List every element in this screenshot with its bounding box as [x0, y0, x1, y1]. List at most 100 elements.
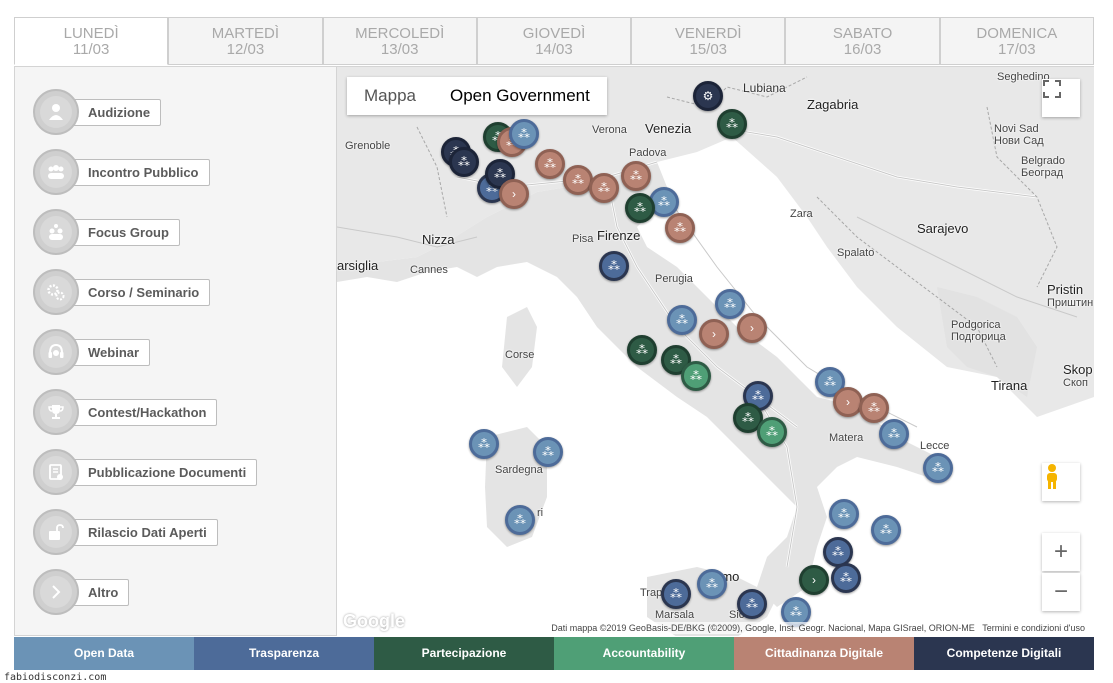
- event-marker[interactable]: ⁂: [879, 419, 909, 449]
- day-name: MERCOLEDÌ: [355, 25, 445, 42]
- tab-mercoledi[interactable]: MERCOLEDÌ 13/03: [322, 17, 477, 65]
- sidebar-item-label: Contest/Hackathon: [73, 398, 218, 426]
- city-label: Подгорица: [951, 331, 1006, 343]
- event-marker[interactable]: ›: [499, 179, 529, 209]
- day-name: LUNEDÌ: [63, 25, 119, 42]
- event-marker[interactable]: ⁂: [697, 569, 727, 599]
- zoom-out-button[interactable]: −: [1042, 573, 1080, 611]
- event-marker[interactable]: ⁂: [509, 119, 539, 149]
- event-marker[interactable]: ⁂: [665, 213, 695, 243]
- event-marker[interactable]: ⁂: [681, 361, 711, 391]
- event-marker[interactable]: ›: [799, 565, 829, 595]
- event-marker[interactable]: ⁂: [717, 109, 747, 139]
- chevron-right-icon: [33, 569, 79, 615]
- event-marker[interactable]: ⁂: [715, 289, 745, 319]
- focus-group-icon: [33, 209, 79, 255]
- fullscreen-button[interactable]: [1042, 79, 1080, 117]
- event-marker[interactable]: ⁂: [469, 429, 499, 459]
- legend-accountability[interactable]: Accountability: [554, 637, 734, 670]
- event-marker[interactable]: ⁂: [599, 251, 629, 281]
- event-marker[interactable]: ⁂: [449, 147, 479, 177]
- event-marker[interactable]: ⚙: [693, 81, 723, 111]
- events-map[interactable]: Lubiana Zagabria Venezia Verona Padova G…: [337, 66, 1094, 636]
- tab-giovedi[interactable]: GIOVEDÌ 14/03: [476, 17, 632, 65]
- day-date: 17/03: [998, 41, 1036, 58]
- map-type-open-government-button[interactable]: Open Government: [433, 77, 607, 115]
- city-label: Sarajevo: [917, 221, 969, 236]
- city-label: Nizza: [422, 232, 455, 247]
- sidebar-item-audizione[interactable]: Audizione: [33, 87, 162, 137]
- day-name: GIOVEDÌ: [522, 25, 586, 42]
- event-marker[interactable]: ⁂: [829, 499, 859, 529]
- event-marker[interactable]: ⁂: [831, 563, 861, 593]
- city-label: Београд: [1021, 167, 1064, 179]
- day-date: 14/03: [535, 41, 573, 58]
- city-label: Matera: [829, 432, 864, 444]
- city-label: Spalato: [837, 247, 875, 259]
- event-marker[interactable]: ›: [737, 313, 767, 343]
- map-attribution: Dati mappa ©2019 GeoBasis-DE/BKG (©2009)…: [548, 622, 1088, 634]
- city-label: Lecce: [920, 440, 950, 452]
- city-label: Tirana: [991, 378, 1028, 393]
- sidebar-item-label: Rilascio Dati Aperti: [73, 518, 218, 546]
- event-marker[interactable]: ⁂: [923, 453, 953, 483]
- legend-cittadinanza-digitale[interactable]: Cittadinanza Digitale: [734, 637, 914, 670]
- event-marker[interactable]: ⁂: [859, 393, 889, 423]
- tab-lunedi[interactable]: LUNEDÌ 11/03: [14, 17, 169, 65]
- event-marker[interactable]: ›: [833, 387, 863, 417]
- event-marker[interactable]: ⁂: [627, 335, 657, 365]
- event-marker[interactable]: ⁂: [533, 437, 563, 467]
- event-marker[interactable]: ⁂: [621, 161, 651, 191]
- event-marker[interactable]: ⁂: [871, 515, 901, 545]
- street-view-pegman[interactable]: [1042, 463, 1080, 501]
- city-label: Skop: [1063, 362, 1093, 377]
- sidebar-item-contest-hackathon[interactable]: Contest/Hackathon: [33, 387, 218, 437]
- city-label: arsiglia: [337, 258, 379, 273]
- event-marker[interactable]: ⁂: [667, 305, 697, 335]
- sidebar-item-label: Corso / Seminario: [73, 278, 211, 306]
- terms-link[interactable]: Termini e condizioni d'uso: [982, 623, 1085, 633]
- sidebar-item-pubblicazione-documenti[interactable]: Pubblicazione Documenti: [33, 447, 258, 497]
- sidebar-item-rilascio-dati-aperti[interactable]: Rilascio Dati Aperti: [33, 507, 218, 557]
- tab-domenica[interactable]: DOMENICA 17/03: [939, 17, 1094, 65]
- event-marker[interactable]: ›: [699, 319, 729, 349]
- sidebar-item-corso-seminario[interactable]: Corso / Seminario: [33, 267, 211, 317]
- day-date: 13/03: [380, 41, 419, 58]
- legend-open-data[interactable]: Open Data: [14, 637, 194, 670]
- sidebar-item-label: Webinar: [73, 338, 151, 366]
- fullscreen-icon: [1043, 80, 1061, 98]
- legend-competenze-digitali[interactable]: Competenze Digitali: [914, 637, 1094, 670]
- event-marker[interactable]: ⁂: [625, 193, 655, 223]
- legend-partecipazione[interactable]: Partecipazione: [374, 637, 554, 670]
- sidebar-item-webinar[interactable]: Webinar: [33, 327, 151, 377]
- city-label: Firenze: [597, 228, 641, 243]
- sidebar-item-label: Audizione: [73, 98, 162, 126]
- city-label: Trap: [640, 587, 663, 599]
- event-marker[interactable]: ⁂: [589, 173, 619, 203]
- zoom-in-button[interactable]: +: [1042, 533, 1080, 571]
- pegman-icon: [1047, 464, 1057, 489]
- sidebar-item-focus-group[interactable]: Focus Group: [33, 207, 180, 257]
- sidebar-item-incontro-pubblico[interactable]: Incontro Pubblico: [33, 147, 210, 197]
- event-marker[interactable]: ⁂: [505, 505, 535, 535]
- tab-venerdi[interactable]: VENERDÌ 15/03: [631, 17, 786, 65]
- city-label: Pisa: [572, 233, 594, 245]
- event-marker[interactable]: ⁂: [757, 417, 787, 447]
- tab-martedi[interactable]: MARTEDÌ 12/03: [168, 17, 323, 65]
- unlock-icon: [33, 509, 79, 555]
- calendar-widget: LUNEDÌ 11/03 MARTEDÌ 12/03 MERCOLEDÌ 13/03 …: [14, 17, 1094, 672]
- event-marker[interactable]: ⁂: [737, 589, 767, 619]
- event-marker[interactable]: ⁂: [661, 579, 691, 609]
- city-label: Нови Сад: [994, 135, 1044, 147]
- map-type-toggle: Mappa Open Government: [347, 77, 607, 115]
- sidebar-item-altro[interactable]: Altro: [33, 567, 130, 617]
- city-label: Cannes: [410, 264, 448, 276]
- sidebar-item-label: Incontro Pubblico: [73, 158, 210, 186]
- day-tabs: LUNEDÌ 11/03 MARTEDÌ 12/03 MERCOLEDÌ 13/03 …: [14, 17, 1094, 67]
- city-label: Verona: [592, 124, 627, 136]
- map-type-mappa-button[interactable]: Mappa: [347, 77, 433, 115]
- legend-trasparenza[interactable]: Trasparenza: [194, 637, 374, 670]
- event-type-sidebar: Audizione Incontro Pubblico Focus Group …: [14, 66, 337, 636]
- event-marker[interactable]: ⁂: [535, 149, 565, 179]
- tab-sabato[interactable]: SABATO 16/03: [785, 17, 940, 65]
